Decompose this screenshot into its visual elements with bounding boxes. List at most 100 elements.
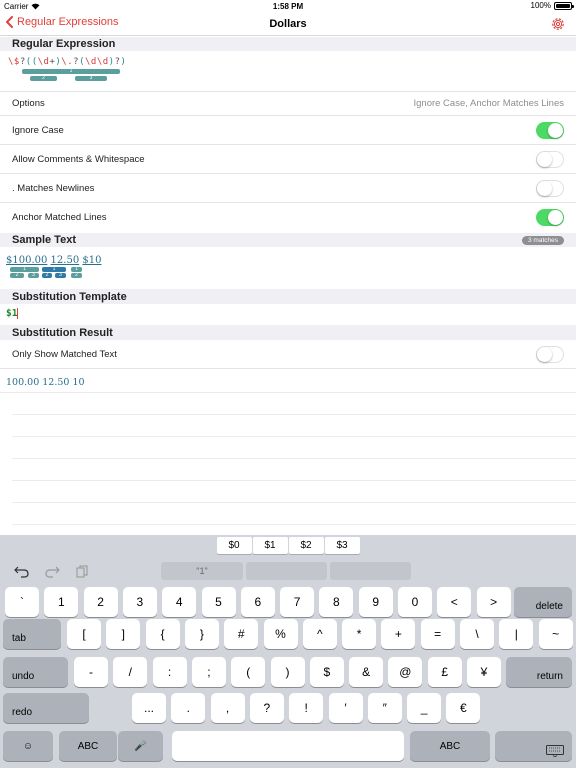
matches-badge: 3 matches bbox=[522, 236, 564, 245]
key-sym43[interactable]: + bbox=[381, 619, 416, 649]
key-8[interactable]: 8 bbox=[319, 587, 354, 617]
key-sym124[interactable]: | bbox=[499, 619, 534, 649]
only-matched-toggle[interactable] bbox=[536, 345, 564, 363]
undo-icon[interactable] bbox=[14, 564, 30, 578]
key-7[interactable]: 7 bbox=[280, 587, 315, 617]
abc-key-left[interactable]: ABC bbox=[59, 731, 117, 761]
divider bbox=[12, 458, 576, 459]
var-key-2[interactable]: $2 bbox=[288, 537, 324, 554]
key-sym165[interactable]: ¥ bbox=[467, 657, 501, 687]
key-5[interactable]: 5 bbox=[201, 587, 236, 617]
key-sym46[interactable]: . bbox=[171, 693, 206, 723]
key-sym95[interactable]: _ bbox=[407, 693, 442, 723]
suggestion-2[interactable] bbox=[246, 562, 327, 580]
suggestion-1[interactable]: "1" bbox=[161, 562, 243, 580]
navigation-bar: Regular Expressions Dollars bbox=[0, 12, 576, 36]
group-label-1: 1 bbox=[69, 68, 73, 74]
key-sym8242[interactable]: ′ bbox=[328, 693, 363, 723]
key-sym36[interactable]: $ bbox=[309, 657, 344, 687]
option-label-ignore-case: Ignore Case bbox=[12, 124, 64, 136]
key-sym91[interactable]: [ bbox=[67, 619, 101, 649]
key-4[interactable]: 4 bbox=[162, 587, 197, 617]
sample-text-area[interactable]: $100.00 12.50 $10 bbox=[6, 255, 101, 266]
key-sym64[interactable]: @ bbox=[388, 657, 423, 687]
ignore-case-toggle[interactable] bbox=[536, 121, 564, 139]
key-sym35[interactable]: # bbox=[224, 619, 259, 649]
regex-token: \d bbox=[37, 57, 50, 67]
options-row[interactable]: Options Ignore Case, Anchor Matches Line… bbox=[0, 91, 576, 116]
anchor-lines-toggle[interactable] bbox=[536, 209, 564, 226]
battery-info: 100% bbox=[531, 1, 574, 10]
key-sym45[interactable]: - bbox=[74, 657, 108, 687]
option-row-matches-newlines: . Matches Newlines bbox=[0, 174, 576, 203]
key-sym163[interactable]: £ bbox=[427, 657, 462, 687]
key-3[interactable]: 3 bbox=[122, 587, 157, 617]
var-key-1[interactable]: $1 bbox=[252, 537, 288, 554]
key-sym94[interactable]: ^ bbox=[302, 619, 337, 649]
abc-key-right[interactable]: ABC bbox=[410, 731, 490, 761]
status-bar: Carrier 1:58 PM 100% bbox=[0, 0, 576, 12]
regex-token: ) bbox=[120, 57, 127, 67]
regex-token: \d\d bbox=[84, 57, 109, 67]
key-sym63[interactable]: ? bbox=[249, 693, 284, 723]
key-sym40[interactable]: ( bbox=[231, 657, 266, 687]
space-key[interactable] bbox=[172, 731, 404, 761]
var-key-0[interactable]: $0 bbox=[216, 537, 252, 554]
key-sym93[interactable]: ] bbox=[106, 619, 141, 649]
key-sym92[interactable]: \ bbox=[460, 619, 494, 649]
option-row-ignore-case: Ignore Case bbox=[0, 116, 576, 145]
variables-bar: $0 $1 $2 $3 bbox=[0, 537, 576, 555]
microphone-key[interactable]: 🎤 bbox=[118, 731, 163, 761]
key-sym59[interactable]: ; bbox=[191, 657, 226, 687]
allow-comments-toggle[interactable] bbox=[536, 150, 564, 168]
template-input[interactable]: $1 bbox=[6, 308, 19, 319]
key-2[interactable]: 2 bbox=[83, 587, 118, 617]
keyboard-dismiss-key[interactable] bbox=[495, 731, 572, 761]
key-sym46[interactable]: ... bbox=[132, 693, 166, 723]
back-button[interactable]: Regular Expressions bbox=[6, 16, 119, 28]
match3-group2-label: 2 bbox=[75, 272, 78, 278]
key-sym44[interactable]: , bbox=[210, 693, 245, 723]
tab-key[interactable]: tab bbox=[3, 619, 61, 649]
key-1[interactable]: 1 bbox=[44, 587, 79, 617]
key-sym60[interactable]: < bbox=[437, 587, 472, 617]
key-sym126[interactable]: ~ bbox=[538, 619, 573, 649]
key-sym96[interactable]: ` bbox=[5, 587, 39, 617]
emoji-key[interactable]: ☺ bbox=[3, 731, 53, 761]
key-sym41[interactable]: ) bbox=[270, 657, 305, 687]
return-key[interactable]: return bbox=[506, 657, 572, 687]
keyboard-hide-icon bbox=[546, 745, 564, 757]
gear-icon[interactable] bbox=[550, 16, 566, 32]
option-label-allow-comments: Allow Comments & Whitespace bbox=[12, 153, 145, 165]
key-sym42[interactable]: * bbox=[342, 619, 377, 649]
key-sym38[interactable]: & bbox=[349, 657, 384, 687]
var-key-3[interactable]: $3 bbox=[324, 537, 360, 554]
key-sym62[interactable]: > bbox=[476, 587, 511, 617]
key-sym47[interactable]: / bbox=[113, 657, 148, 687]
delete-key[interactable]: delete bbox=[514, 587, 572, 617]
paste-icon[interactable] bbox=[74, 564, 90, 578]
suggestion-3[interactable] bbox=[330, 562, 411, 580]
key-6[interactable]: 6 bbox=[240, 587, 275, 617]
divider bbox=[12, 436, 576, 437]
options-label: Options bbox=[12, 98, 45, 109]
key-0[interactable]: 0 bbox=[398, 587, 432, 617]
key-sym8364[interactable]: € bbox=[446, 693, 481, 723]
matches-newlines-toggle[interactable] bbox=[536, 179, 564, 197]
key-sym61[interactable]: = bbox=[420, 619, 455, 649]
match2-group2-label: 2 bbox=[45, 272, 49, 278]
key-sym8243[interactable]: ″ bbox=[367, 693, 402, 723]
regex-pattern[interactable]: \$?((\d+)\.?(\d\d)?) bbox=[8, 57, 126, 67]
key-sym58[interactable]: : bbox=[152, 657, 187, 687]
carrier-label: Carrier bbox=[4, 1, 29, 11]
redo-key[interactable]: redo bbox=[3, 693, 89, 723]
undo-key[interactable]: undo bbox=[3, 657, 68, 687]
key-sym33[interactable]: ! bbox=[289, 693, 324, 723]
regex-section-header: Regular Expression bbox=[0, 37, 576, 51]
key-sym125[interactable]: } bbox=[184, 619, 219, 649]
key-sym123[interactable]: { bbox=[145, 619, 180, 649]
redo-icon[interactable] bbox=[44, 564, 60, 578]
key-9[interactable]: 9 bbox=[358, 587, 393, 617]
key-sym37[interactable]: % bbox=[263, 619, 298, 649]
divider bbox=[12, 502, 576, 503]
